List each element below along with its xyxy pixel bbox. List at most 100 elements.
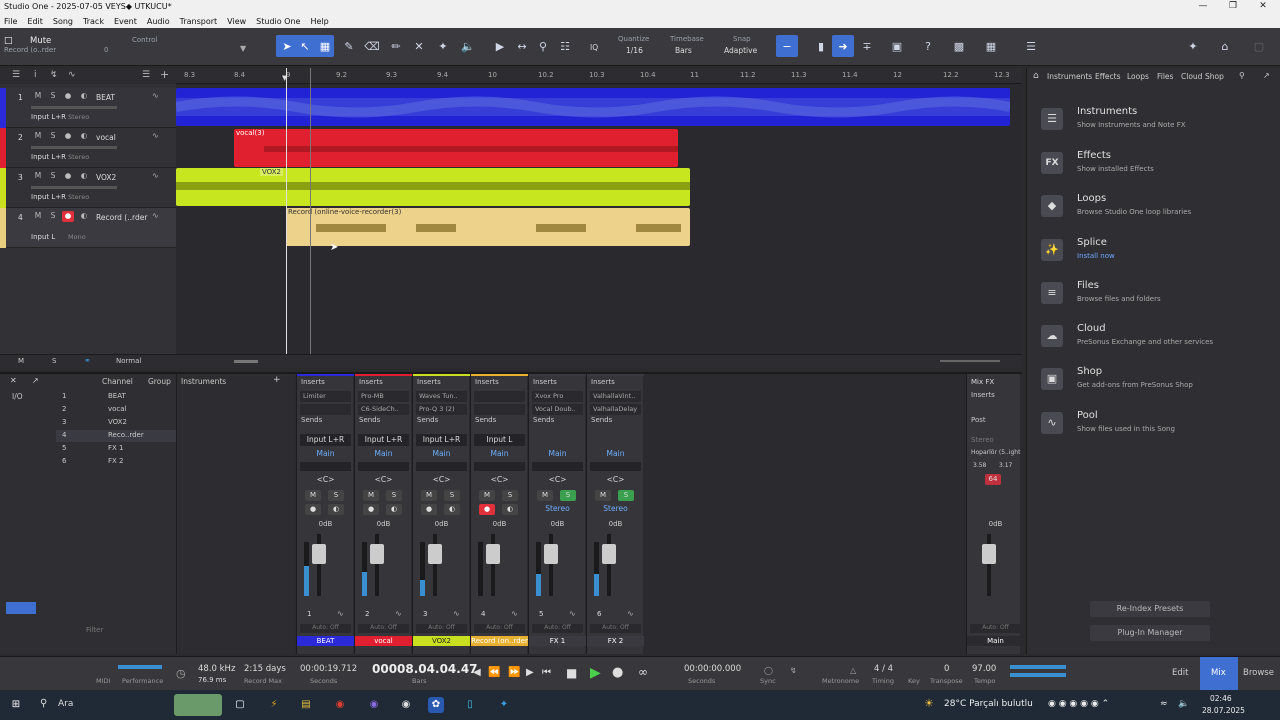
inserts-label[interactable]: Inserts: [533, 378, 583, 388]
channel-name[interactable]: vocal: [355, 636, 412, 646]
expand-icon[interactable]: ↗: [32, 376, 39, 385]
metronome-icon[interactable]: △: [850, 666, 856, 675]
mixer-view-toggle[interactable]: [6, 602, 36, 614]
channel-list-name[interactable]: FX 1: [108, 444, 124, 452]
footer-solo[interactable]: S: [52, 357, 56, 365]
track-vocal[interactable]: 2 M S ● ◐ vocal ∿ Input L+R Stereo: [0, 128, 176, 168]
insert-slot[interactable]: Pro-Q 3 (2): [416, 404, 467, 415]
mixfx-label[interactable]: Mix FX: [971, 378, 1021, 388]
monitor-icon[interactable]: ◐: [502, 504, 518, 515]
browser-item-pool[interactable]: ∿ Pool Show files used in this Song: [1041, 410, 1271, 452]
browser-item-loops[interactable]: ◆ Loops Browse Studio One loop libraries: [1041, 193, 1271, 235]
automation-mode[interactable]: Auto: Off: [474, 624, 525, 633]
minimize-button[interactable]: —: [1196, 1, 1210, 13]
search-icon[interactable]: ⚲: [40, 698, 47, 709]
home-icon[interactable]: ⌂: [1216, 38, 1234, 56]
app-icon[interactable]: ▯: [462, 697, 478, 713]
time-signature[interactable]: 4 / 4: [874, 664, 893, 674]
app-icon[interactable]: ◉: [398, 697, 414, 713]
stop-icon[interactable]: ■: [566, 666, 577, 680]
monitor-icon[interactable]: ◐: [386, 504, 402, 515]
menu-transport[interactable]: Transport: [180, 17, 218, 26]
automation-mode[interactable]: Auto: Off: [532, 624, 583, 633]
clip-vox2[interactable]: VOX2: [176, 168, 690, 206]
record-arm-icon[interactable]: ●: [62, 171, 74, 182]
video-icon[interactable]: ▣: [888, 38, 906, 56]
bars-value[interactable]: 00008.04.04.47: [372, 662, 478, 676]
pan-value[interactable]: <C>: [474, 474, 525, 486]
output-select[interactable]: Main: [474, 448, 525, 460]
reindex-presets-button[interactable]: Re-Index Presets: [1090, 601, 1210, 617]
channel-name[interactable]: VOX2: [413, 636, 470, 646]
mute-button[interactable]: M: [421, 490, 437, 501]
channel-list-name[interactable]: Reco..rder: [108, 431, 144, 439]
split-tool-icon[interactable]: ✎: [340, 38, 358, 56]
track-input[interactable]: Input L: [31, 233, 55, 241]
search-icon[interactable]: ⚲: [1239, 71, 1245, 80]
pan-value[interactable]: <C>: [416, 474, 467, 486]
plugin-manager-button[interactable]: Plug-In Manager: [1090, 625, 1210, 641]
track-name[interactable]: VOX2: [96, 173, 116, 182]
automation-mode[interactable]: Auto: Off: [358, 624, 409, 633]
browser-item-effects[interactable]: FX Effects Show installed Effects: [1041, 150, 1271, 192]
browser-item-instruments[interactable]: ☰ Instruments Show Instruments and Note …: [1041, 106, 1271, 148]
sends-label[interactable]: Sends: [417, 416, 467, 426]
inspector-icon[interactable]: ▮: [812, 38, 830, 56]
help-icon[interactable]: ?: [919, 38, 937, 56]
add-instrument-icon[interactable]: +: [273, 375, 281, 385]
track-name[interactable]: Record (..rder: [96, 213, 147, 222]
link-icon[interactable]: ⚭: [84, 356, 91, 365]
install-link[interactable]: Install now: [1077, 252, 1115, 260]
rewind-icon[interactable]: ⏪: [488, 667, 500, 678]
inserts-label[interactable]: Inserts: [359, 378, 409, 388]
menu-studio-one[interactable]: Studio One: [256, 17, 300, 26]
clip-vocal[interactable]: vocal(3): [234, 129, 678, 167]
chrome-icon[interactable]: ◉: [332, 697, 348, 713]
pan-value[interactable]: <C>: [300, 474, 351, 486]
snap-value[interactable]: Adaptive: [724, 46, 757, 55]
cloud-status-icon[interactable]: ▢: [1250, 38, 1268, 56]
listen-icon[interactable]: 🔈: [459, 38, 477, 56]
automation-mode[interactable]: Auto: Off: [300, 624, 351, 633]
inserts-label[interactable]: Inserts: [301, 378, 351, 388]
pan-slider[interactable]: [300, 462, 351, 471]
bounce-icon[interactable]: ☷: [556, 38, 574, 56]
automation-icon[interactable]: ↯: [50, 70, 58, 80]
pan-slider[interactable]: [532, 462, 583, 471]
pan-slider[interactable]: [474, 462, 525, 471]
pan-slider[interactable]: [590, 462, 641, 471]
volume-icon[interactable]: 🔈: [1178, 699, 1189, 709]
tab-effects[interactable]: Effects: [1095, 72, 1121, 81]
mute-button[interactable]: M: [537, 490, 553, 501]
taskbar-search[interactable]: Ara: [58, 699, 73, 709]
previous-marker-icon[interactable]: ⏮: [542, 667, 551, 678]
monitor-icon[interactable]: ◐: [78, 131, 90, 142]
tab-shop[interactable]: Shop: [1205, 72, 1224, 81]
channel-list-name[interactable]: VOX2: [108, 418, 127, 426]
timebase-value[interactable]: Bars: [675, 46, 692, 55]
channel-list-name[interactable]: vocal: [108, 405, 127, 413]
pencil-icon[interactable]: ✏: [387, 38, 405, 56]
record-arm-icon[interactable]: ●: [305, 504, 321, 515]
close-button[interactable]: ✕: [1256, 1, 1270, 13]
monitor-icon[interactable]: ◐: [78, 91, 90, 102]
track-input[interactable]: Input L+R: [31, 113, 66, 121]
pan-value[interactable]: <C>: [590, 474, 641, 486]
monitor-icon[interactable]: ◐: [328, 504, 344, 515]
insert-slot[interactable]: Pro-MB: [358, 391, 409, 402]
tab-files[interactable]: Files: [1157, 72, 1173, 81]
layout-icon[interactable]: ☰: [1022, 38, 1040, 56]
monitor-icon[interactable]: ◐: [78, 211, 90, 222]
volume-slider[interactable]: [31, 146, 117, 149]
record-arm-icon[interactable]: ●: [479, 504, 495, 515]
insert-slot[interactable]: [474, 391, 525, 402]
studio-one-icon[interactable]: ✿: [428, 697, 444, 713]
pointer-icon[interactable]: ↖: [296, 38, 314, 56]
fader-cap[interactable]: [602, 544, 616, 564]
input-select[interactable]: Input L+R: [300, 434, 351, 446]
tray-icons[interactable]: ◉ ◉ ◉ ◉ ◉ ⌃: [1048, 699, 1109, 709]
automation-mode[interactable]: Auto: Off: [590, 624, 641, 633]
clip-indicator[interactable]: 64: [985, 474, 1001, 485]
record-icon[interactable]: ●: [612, 665, 623, 680]
sends-label[interactable]: Sends: [475, 416, 525, 426]
